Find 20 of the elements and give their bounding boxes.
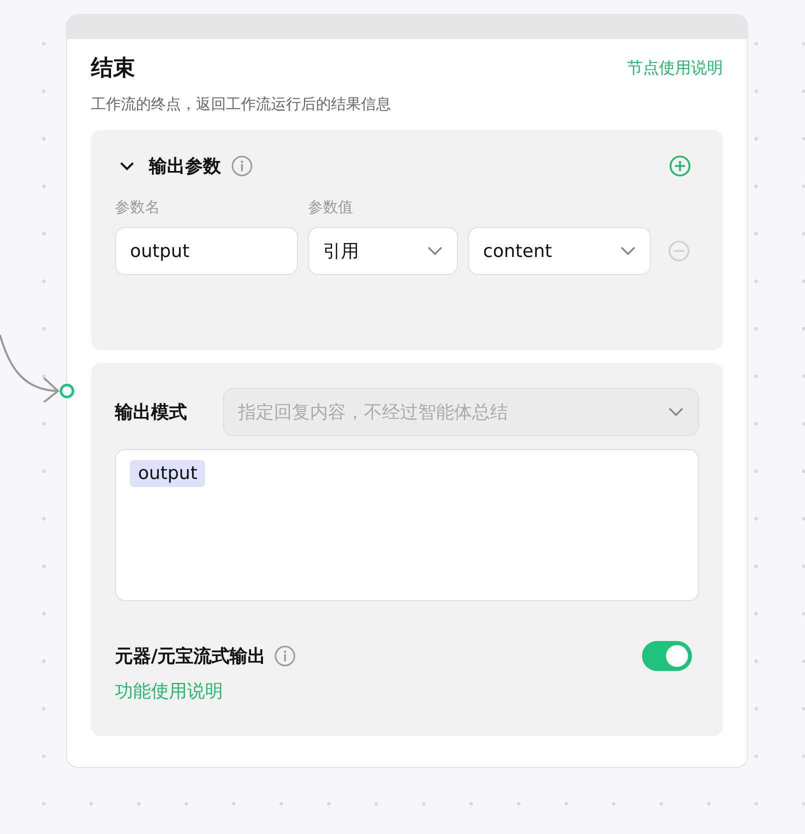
info-icon xyxy=(274,645,296,667)
name-input[interactable]: output xyxy=(115,227,298,275)
chevron-down-icon xyxy=(668,407,684,417)
field-label: 输出模式 xyxy=(115,401,187,424)
column-header: 参数值 xyxy=(308,198,354,217)
chevron-down-icon xyxy=(620,246,636,256)
toggle-switch[interactable] xyxy=(642,641,692,671)
port-icon[interactable] xyxy=(59,383,75,399)
section-title: 输出参数 xyxy=(149,155,221,178)
node-title: 结束 xyxy=(91,55,135,83)
source-select[interactable]: 引用 xyxy=(308,227,458,275)
add-icon[interactable] xyxy=(669,155,691,177)
info-icon xyxy=(231,155,253,177)
value-select[interactable]: content xyxy=(468,227,651,275)
chevron-down-icon xyxy=(427,246,443,256)
remove-icon[interactable] xyxy=(668,240,690,262)
column-header: 参数名 xyxy=(115,198,161,217)
node-description: 工作流的终点，返回工作流运行后的结果信息 xyxy=(91,95,392,114)
variable-tag: output xyxy=(130,460,206,487)
setting-label: 元器/元宝流式输出 xyxy=(115,645,266,668)
